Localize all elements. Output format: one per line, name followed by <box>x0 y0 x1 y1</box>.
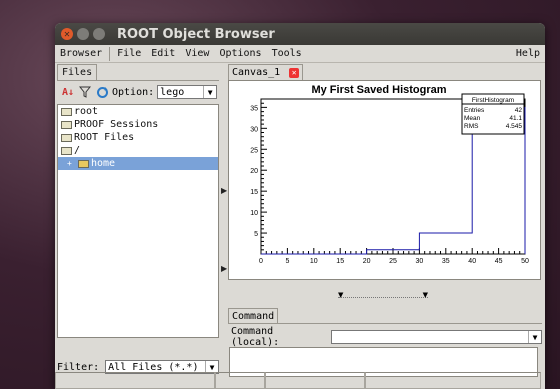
y-tick-label: 25 <box>250 147 258 154</box>
menu-view[interactable]: View <box>180 48 214 59</box>
menu-bar: Browser File Edit View Options Tools Hel… <box>55 45 545 63</box>
canvas-area[interactable]: My First Saved Histogram 5 10 15 20 25 30 35 0 5 1… <box>228 80 541 280</box>
option-value: lego <box>160 86 185 98</box>
tree-item-label: home <box>91 158 116 169</box>
y-tick-label: 5 <box>254 231 258 238</box>
tree-item[interactable]: ROOT Files <box>58 131 218 144</box>
right-pane: Canvas_1 ✕ My First Saved Histogram 5 10 15… <box>228 64 542 377</box>
tree-item-label: / <box>74 145 81 156</box>
option-select[interactable]: lego ▼ <box>157 85 218 99</box>
menu-tools[interactable]: Tools <box>267 48 307 59</box>
stats-key: Entries <box>464 107 485 114</box>
x-tick-label: 5 <box>285 258 289 265</box>
horizontal-splitter[interactable]: ▼ ▼ <box>338 291 428 304</box>
chevron-down-icon: ▼ <box>528 331 541 343</box>
x-tick-label: 0 <box>259 258 263 265</box>
x-tick-label: 50 <box>521 258 529 265</box>
x-tick-label: 40 <box>468 258 476 265</box>
stats-value: 42 <box>515 107 523 114</box>
browser-toolbar: A↓ Option: lego ▼ <box>57 81 219 103</box>
left-pane: Files A↓ Option: lego ▼ root PROOF Sessio… <box>57 64 219 374</box>
folder-icon <box>61 133 72 142</box>
files-tabstrip: Files <box>57 64 219 81</box>
stats-key: RMS <box>464 123 479 130</box>
tree-item[interactable]: root <box>58 105 218 118</box>
window-title: ROOT Object Browser <box>117 26 275 42</box>
command-label: Command (local): <box>231 326 280 348</box>
status-cell <box>215 372 265 389</box>
chevron-right-icon: ▶ <box>221 186 228 195</box>
title-bar: ✕ ROOT Object Browser <box>55 23 545 45</box>
command-row: Command (local): ▼ <box>228 326 542 348</box>
tree-item-label: PROOF Sessions <box>74 119 159 130</box>
command-input[interactable]: ▼ <box>330 330 542 344</box>
close-window-button[interactable]: ✕ <box>61 28 73 40</box>
x-tick-label: 30 <box>416 258 424 265</box>
menu-file[interactable]: File <box>112 48 146 59</box>
menu-edit[interactable]: Edit <box>146 48 180 59</box>
tree-item[interactable]: / <box>58 144 218 157</box>
x-tick-label: 15 <box>336 258 344 265</box>
minimize-window-button[interactable] <box>77 28 89 40</box>
tree-item-label: ROOT Files <box>74 132 135 143</box>
x-tick-label: 35 <box>442 258 450 265</box>
folder-icon <box>78 159 89 168</box>
menu-browser[interactable]: Browser <box>55 48 107 59</box>
menu-help[interactable]: Help <box>511 48 545 59</box>
folder-icon <box>61 146 72 155</box>
canvas-tab-label: Canvas_1 <box>232 67 281 78</box>
x-tick-label: 10 <box>310 258 318 265</box>
vertical-splitter[interactable]: ▶ ▶ <box>221 64 227 367</box>
tab-command[interactable]: Command <box>228 308 279 324</box>
chevron-down-icon: ▼ <box>422 291 428 299</box>
x-tick-label: 45 <box>495 258 503 265</box>
expand-icon[interactable]: + <box>67 159 75 168</box>
status-bar <box>55 370 545 389</box>
y-tick-label: 10 <box>250 210 258 217</box>
menu-separator <box>109 46 111 61</box>
folder-icon <box>61 120 72 129</box>
chevron-down-icon: ▼ <box>203 86 216 98</box>
chevron-right-icon: ▶ <box>221 264 228 273</box>
root-browser-window: ✕ ROOT Object Browser Browser File Edit … <box>55 23 545 389</box>
tree-item[interactable]: + home <box>58 157 218 170</box>
file-tree: root PROOF Sessions ROOT Files / + home <box>57 104 219 338</box>
y-tick-label: 35 <box>250 105 258 112</box>
y-tick-label: 15 <box>250 189 258 196</box>
tree-item-label: root <box>74 106 99 117</box>
x-tick-label: 20 <box>363 258 371 265</box>
menu-options[interactable]: Options <box>214 48 266 59</box>
stats-value: 4.545 <box>506 123 523 130</box>
close-tab-icon[interactable]: ✕ <box>289 68 300 78</box>
tab-canvas[interactable]: Canvas_1 ✕ <box>228 64 304 80</box>
stats-key: Mean <box>464 115 481 122</box>
status-cell <box>365 372 541 389</box>
command-tab-divider <box>228 323 542 324</box>
chevron-down-icon: ▼ <box>338 291 344 299</box>
filter-icon[interactable] <box>78 85 92 99</box>
y-tick-label: 20 <box>250 168 258 175</box>
sort-icon[interactable]: A↓ <box>61 85 75 99</box>
chart-title: My First Saved Histogram <box>311 84 446 96</box>
folder-icon <box>61 107 72 116</box>
y-tick-label: 30 <box>250 126 258 133</box>
option-label: Option: <box>112 86 155 98</box>
status-cell <box>265 372 365 389</box>
x-tick-label: 25 <box>389 258 397 265</box>
refresh-icon[interactable] <box>95 85 109 99</box>
tab-files[interactable]: Files <box>57 64 98 80</box>
tree-item[interactable]: PROOF Sessions <box>58 118 218 131</box>
histogram-chart: My First Saved Histogram 5 10 15 20 25 30 35 0 5 1… <box>250 84 529 265</box>
status-cell <box>55 372 215 389</box>
maximize-window-button[interactable] <box>93 28 105 40</box>
stats-value: 41.1 <box>509 115 522 122</box>
stats-name: FirstHistogram <box>472 97 514 104</box>
